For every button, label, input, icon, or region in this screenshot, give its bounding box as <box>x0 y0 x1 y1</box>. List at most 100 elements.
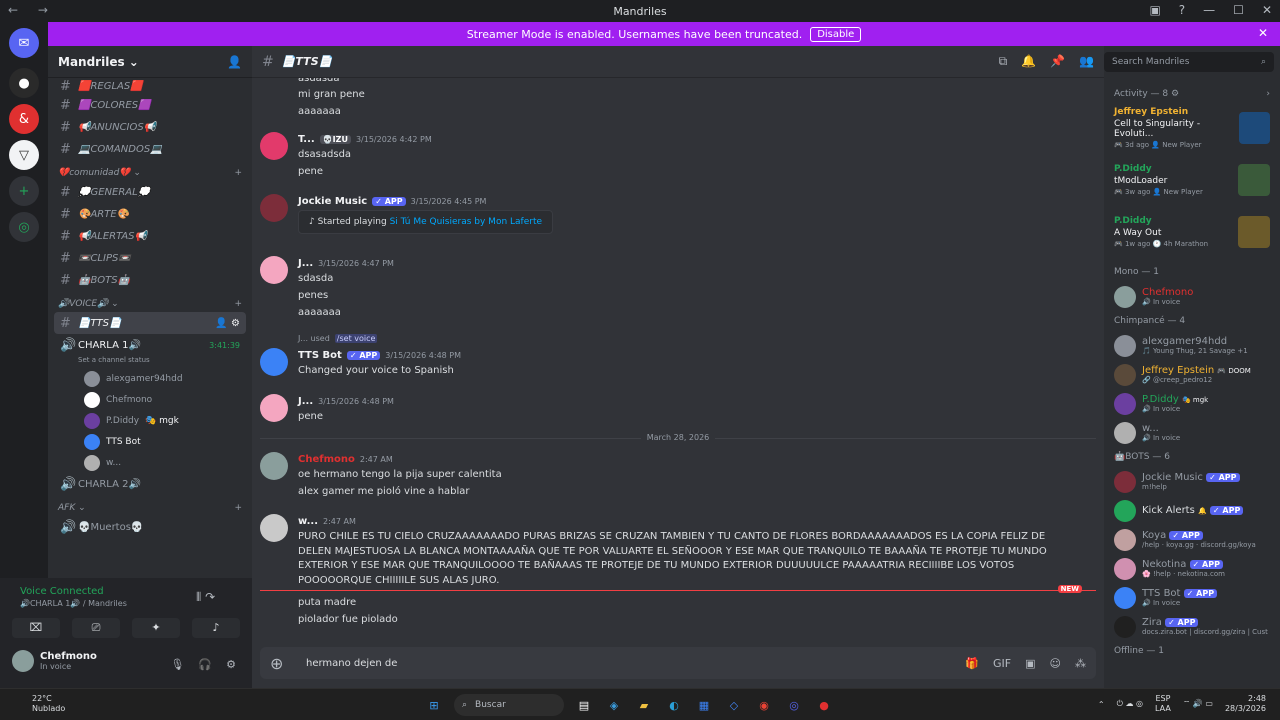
close-button[interactable]: ✕ <box>1262 3 1272 17</box>
activities-button[interactable]: ✦ <box>132 618 180 638</box>
inbox-icon[interactable]: ▣ <box>1149 3 1160 17</box>
member-item[interactable]: Koya ✓ APP/help · koya.gg · discord.gg/k… <box>1104 525 1280 554</box>
member-item[interactable]: TTS Bot ✓ APP 🔊 In voice <box>1104 583 1280 612</box>
avatar[interactable] <box>260 348 288 376</box>
member-item[interactable]: Chefmono 🔊 In voice <box>1104 282 1280 311</box>
author-name[interactable]: J... <box>298 258 313 269</box>
emoji-icon[interactable]: ☺ <box>1050 657 1061 670</box>
category-comunidad[interactable]: 💔comunidad💔 ⌄ + <box>54 160 246 181</box>
reply-reference[interactable]: J... used/set voice <box>298 334 378 343</box>
threads-icon[interactable]: ⧉ <box>999 54 1008 69</box>
channel-colores[interactable]: # 🟪COLORES🟪 <box>54 94 246 116</box>
voice-user[interactable]: w... <box>54 452 246 473</box>
activity-item[interactable]: P.Diddy A Way Out 🎮 1w ago 🕐 4h Marathon <box>1104 206 1280 258</box>
voice-channel-charla-1[interactable]: 🔊 CHARLA 1🔊 3:41:39 <box>54 334 246 356</box>
gift-icon[interactable]: 🎁 <box>965 657 979 670</box>
pin-icon[interactable]: 📌 <box>1050 54 1065 69</box>
app-icon[interactable]: ● <box>814 695 834 715</box>
add-channel-icon[interactable]: + <box>234 503 242 513</box>
mic-icon[interactable]: 🎙 <box>170 658 184 671</box>
language-indicator[interactable]: ESP LAA <box>1155 694 1171 714</box>
voice-user[interactable]: alexgamer94hdd <box>54 368 246 389</box>
avatar[interactable] <box>260 256 288 284</box>
channel-reglas[interactable]: # 🟥REGLAS🟥 <box>54 78 246 94</box>
invite-icon[interactable]: 👤 <box>227 55 242 69</box>
author-name[interactable]: Jockie Music <box>298 196 367 207</box>
file-explorer-icon[interactable]: ▰ <box>634 695 654 715</box>
server-icon-2[interactable]: & <box>9 104 39 134</box>
author-name[interactable]: TTS Bot <box>298 350 342 361</box>
channel-general[interactable]: # 💭GENERAL💭 <box>54 181 246 203</box>
vscode-icon[interactable]: ◇ <box>724 695 744 715</box>
current-user[interactable]: Chefmono In voice <box>12 650 97 672</box>
activity-header[interactable]: Activity — 8 ⚙ › <box>1104 86 1280 102</box>
maximize-button[interactable]: ☐ <box>1233 3 1244 17</box>
nav-arrows[interactable]: ← → <box>8 3 56 17</box>
discord-home-icon[interactable]: ✉ <box>9 28 39 58</box>
members-icon[interactable]: 👥 <box>1079 54 1094 69</box>
server-header[interactable]: Mandriles ⌄ 👤 <box>48 46 252 78</box>
voice-channel-charla-2[interactable]: 🔊 CHARLA 2🔊 <box>54 473 246 495</box>
avatar[interactable] <box>260 394 288 422</box>
member-item[interactable]: Jeffrey Epstein 🎮 DOOM 🔗 @creep_pedro12 <box>1104 360 1280 389</box>
noise-icon[interactable]: ⦀ ↷ <box>196 590 215 605</box>
store-icon[interactable]: ▦ <box>694 695 714 715</box>
search-input[interactable]: Search Mandriles <box>1112 57 1189 67</box>
add-server-icon[interactable]: + <box>9 176 39 206</box>
minimize-button[interactable]: — <box>1203 3 1215 17</box>
member-item[interactable]: P.Diddy 🎭 mgk 🔊 In voice <box>1104 389 1280 418</box>
voice-user[interactable]: TTS Bot <box>54 431 246 452</box>
member-item[interactable]: alexgamer94hdd 🎵 Young Thug, 21 Savage +1 <box>1104 331 1280 360</box>
activity-item[interactable]: P.Diddy tModLoader 🎮 3w ago 👤 New Player <box>1104 154 1280 206</box>
server-icon-1[interactable]: ● <box>9 68 39 98</box>
member-item[interactable]: w... 🔊 In voice <box>1104 418 1280 447</box>
voice-user[interactable]: P.Diddy 🎭 mgk <box>54 410 246 431</box>
category-afk[interactable]: AFK ⌄ + <box>54 495 246 516</box>
channel-tts[interactable]: # 📄TTS📄 👤 ⚙ <box>54 312 246 334</box>
weather-widget[interactable]: 22°C Nublado <box>32 694 65 714</box>
channel-comandos[interactable]: # 💻COMANDOS💻 <box>54 138 246 160</box>
add-channel-icon[interactable]: + <box>234 168 242 178</box>
gif-icon[interactable]: GIF <box>993 657 1011 670</box>
edge-icon[interactable]: ◐ <box>664 695 684 715</box>
server-icon-3[interactable]: ▽ <box>9 140 39 170</box>
chevron-right-icon[interactable]: › <box>1266 89 1270 99</box>
chrome-icon[interactable]: ◉ <box>754 695 774 715</box>
task-view-icon[interactable]: ▤ <box>574 695 594 715</box>
clock[interactable]: 2:48 28/3/2026 <box>1225 694 1266 714</box>
channel-arte[interactable]: # 🎨ARTE🎨 <box>54 203 246 225</box>
author-name[interactable]: J... <box>298 396 313 407</box>
tray-chevron-icon[interactable]: ⌃ <box>1098 700 1105 709</box>
activity-item[interactable]: Jeffrey Epstein Cell to Singularity - Evo… <box>1104 102 1280 154</box>
category-voice[interactable]: 🔊VOICE🔊 ⌄ + <box>54 291 246 312</box>
avatar[interactable] <box>260 514 288 542</box>
gear-icon[interactable]: ⚙ <box>226 658 236 671</box>
voice-user[interactable]: Chefmono <box>54 389 246 410</box>
wifi-volume-icons[interactable]: ⌔ 🔊 ▭ <box>1183 699 1213 709</box>
author-name[interactable]: T... <box>298 134 315 145</box>
member-item[interactable]: Nekotina ✓ APP 🌸 !help · nekotina.com <box>1104 554 1280 583</box>
upload-plus-icon[interactable]: ⊕ <box>270 654 296 673</box>
windows-start-icon[interactable]: ⊞ <box>424 695 444 715</box>
channel-alertas[interactable]: # 📢ALERTAS📢 <box>54 225 246 247</box>
taskbar-search[interactable]: ⌕ Buscar <box>454 694 564 716</box>
tray-icons[interactable]: ⏻ ☁ ◎ <box>1117 699 1143 709</box>
avatar[interactable] <box>260 194 288 222</box>
channel-settings-icon[interactable]: 👤 ⚙ <box>215 318 240 329</box>
window-controls[interactable]: ▣ ? — ☐ ✕ <box>1149 3 1272 17</box>
voice-connected[interactable]: Voice Connected 🔊CHARLA 1🔊 / Mandriles <box>20 586 127 608</box>
camera-button[interactable]: ⌧ <box>12 618 60 638</box>
help-icon[interactable]: ? <box>1179 3 1185 17</box>
voice-channel-muertos[interactable]: 🔊 💀Muertos💀 <box>54 516 246 538</box>
member-item[interactable]: Kick Alerts 🔔 ✓ APP <box>1104 496 1280 525</box>
add-channel-icon[interactable]: + <box>234 299 242 309</box>
channel-status[interactable]: Set a channel status <box>54 356 246 368</box>
member-item[interactable]: Jockie Music ✓ APP m!help <box>1104 467 1280 496</box>
widgets-icon[interactable]: ◈ <box>604 695 624 715</box>
channel-clips[interactable]: # 📼CLIPS📼 <box>54 247 246 269</box>
bell-icon[interactable]: 🔔 <box>1021 54 1036 69</box>
channel-bots[interactable]: # 🤖BOTS🤖 <box>54 269 246 291</box>
author-name[interactable]: w... <box>298 516 318 527</box>
headphones-icon[interactable]: 🎧 <box>198 658 212 671</box>
apps-icon[interactable]: ⁂ <box>1075 657 1086 670</box>
